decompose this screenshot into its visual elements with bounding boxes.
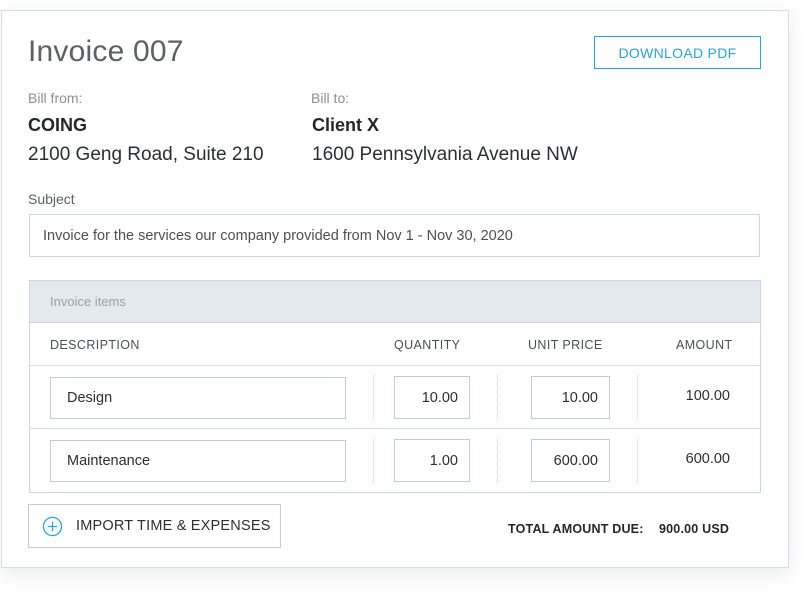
- total-amount-value: 900.00 USD: [659, 522, 730, 536]
- column-divider: [497, 438, 498, 483]
- description-input[interactable]: [50, 377, 346, 419]
- invoice-items-header: Invoice items: [30, 281, 760, 323]
- plus-circle-icon: [42, 516, 63, 536]
- bill-from-name: COING: [28, 115, 88, 135]
- amount-value: 100.00: [685, 388, 730, 404]
- import-button-label: IMPORT TIME & EXPENSES: [76, 518, 271, 534]
- column-divider: [637, 375, 638, 420]
- invoice-card: Invoice 007 DOWNLOAD PDF Bill from: COIN…: [1, 10, 789, 568]
- table-row: 600.00: [30, 429, 760, 492]
- invoice-items-table: Invoice items DESCRIPTION QUANTITY UNIT …: [29, 280, 761, 493]
- amount-value: 600.00: [685, 451, 730, 467]
- column-header-amount: AMOUNT: [676, 338, 733, 352]
- unit-price-input[interactable]: [531, 439, 610, 482]
- download-pdf-button[interactable]: DOWNLOAD PDF: [594, 36, 761, 69]
- description-input[interactable]: [50, 440, 346, 482]
- subject-input[interactable]: [29, 214, 760, 257]
- bill-from-address: 2100 Geng Road, Suite 210: [28, 144, 264, 165]
- column-divider: [497, 375, 498, 420]
- column-divider: [637, 438, 638, 483]
- total-amount-label: TOTAL AMOUNT DUE:: [508, 522, 644, 536]
- bill-from-label: Bill from:: [28, 90, 83, 106]
- column-header-unit-price: UNIT PRICE: [528, 338, 603, 352]
- bill-to-label: Bill to:: [311, 90, 350, 106]
- unit-price-input[interactable]: [531, 376, 610, 419]
- table-column-headers: DESCRIPTION QUANTITY UNIT PRICE AMOUNT: [30, 323, 760, 366]
- invoice-title: Invoice 007: [28, 35, 184, 68]
- bill-to-name: Client X: [312, 115, 380, 135]
- column-header-quantity: QUANTITY: [394, 338, 461, 352]
- column-header-description: DESCRIPTION: [50, 338, 140, 352]
- column-divider: [373, 438, 374, 483]
- table-row: 100.00: [30, 366, 760, 429]
- bill-to-address: 1600 Pennsylvania Avenue NW: [312, 144, 578, 165]
- subject-label: Subject: [28, 191, 75, 207]
- quantity-input[interactable]: [394, 376, 470, 419]
- import-time-expenses-button[interactable]: IMPORT TIME & EXPENSES: [28, 504, 281, 548]
- quantity-input[interactable]: [394, 439, 470, 482]
- column-divider: [373, 375, 374, 420]
